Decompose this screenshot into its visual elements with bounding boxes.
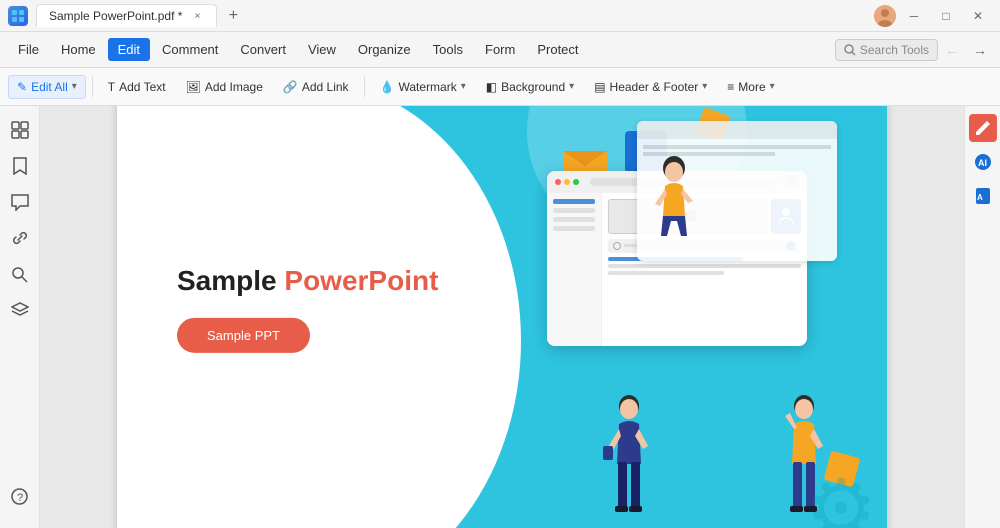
close-window-button[interactable]: ✕ [964, 5, 992, 27]
svg-text:AI: AI [978, 158, 987, 168]
right-panel: AI A [964, 106, 1000, 528]
search-placeholder: Search Tools [860, 43, 929, 57]
image-icon: 🖼 [186, 80, 201, 94]
header-icon: ▤ [594, 80, 605, 94]
add-image-button[interactable]: 🖼 Add Image [177, 75, 272, 99]
screen-dot-yellow [564, 179, 570, 185]
sidebar-icon-links[interactable] [4, 222, 36, 254]
sidebar-icon-bookmarks[interactable] [4, 150, 36, 182]
watermark-icon: 💧 [380, 80, 395, 94]
app-icon [8, 6, 28, 26]
background-icon: ◧ [486, 80, 497, 94]
watermark-button[interactable]: 💧 Watermark ▾ [371, 75, 475, 99]
menu-convert[interactable]: Convert [230, 38, 296, 61]
slide-title-black: Sample [177, 265, 277, 296]
sidebar-icon-layers[interactable] [4, 294, 36, 326]
chevron-down-icon: ▾ [770, 81, 775, 92]
minimize-button[interactable]: ─ [900, 5, 928, 27]
menu-tools[interactable]: Tools [423, 38, 473, 61]
menu-form[interactable]: Form [475, 38, 525, 61]
sidebar-bottom: ? [4, 480, 36, 520]
more-icon: ≡ [727, 80, 734, 94]
tab-title: Sample PowerPoint.pdf * [49, 9, 182, 23]
screen-line-3 [608, 271, 724, 275]
window-controls: ─ □ ✕ [874, 5, 992, 27]
nav-arrows: ← → [940, 38, 992, 62]
header-footer-button[interactable]: ▤ Header & Footer ▾ [585, 75, 716, 99]
sidebar-icon-help[interactable]: ? [4, 480, 36, 512]
chevron-down-icon: ▾ [72, 81, 77, 92]
left-sidebar: ? [0, 106, 40, 528]
slide-button[interactable]: Sample PPT [177, 317, 310, 352]
right-panel-ai-icon[interactable]: AI [969, 148, 997, 176]
svg-text:?: ? [17, 492, 23, 504]
forward-arrow[interactable]: → [968, 38, 992, 62]
screen-search-circle [613, 242, 621, 250]
search-icon [844, 44, 856, 56]
gear-decoration: ⚙ [805, 469, 877, 528]
add-text-button[interactable]: T Add Text [99, 75, 175, 99]
menu-organize[interactable]: Organize [348, 38, 421, 61]
menu-comment[interactable]: Comment [152, 38, 228, 61]
sidebar-icon-comments[interactable] [4, 186, 36, 218]
menu-edit[interactable]: Edit [108, 38, 150, 61]
screen-sidebar-item-2 [553, 217, 595, 222]
screen-line-2 [608, 264, 801, 268]
pdf-page: Sample PowerPoint Sample PPT [117, 106, 887, 528]
screen-dot-green [573, 179, 579, 185]
chevron-down-icon: ▾ [569, 81, 574, 92]
figure-sitting [647, 156, 702, 251]
edit-icon: ✎ [17, 80, 27, 94]
back-arrow[interactable]: ← [940, 38, 964, 62]
menu-protect[interactable]: Protect [527, 38, 588, 61]
link-icon: 🔗 [283, 80, 298, 94]
content-area[interactable]: Sample PowerPoint Sample PPT [40, 106, 964, 528]
slide-background: Sample PowerPoint Sample PPT [117, 106, 887, 528]
more-button[interactable]: ≡ More ▾ [718, 75, 783, 99]
divider [92, 77, 93, 97]
menu-bar: File Home Edit Comment Convert View Orga… [0, 32, 1000, 68]
screen-sidebar-item-3 [553, 226, 595, 231]
screen-sidebar-item-1 [553, 208, 595, 213]
menu-file[interactable]: File [8, 38, 49, 61]
active-tab[interactable]: Sample PowerPoint.pdf * × [36, 4, 217, 27]
menu-home[interactable]: Home [51, 38, 106, 61]
right-panel-doc-icon[interactable]: A [969, 182, 997, 210]
envelope-flap [563, 151, 607, 166]
sidebar-icon-search[interactable] [4, 258, 36, 290]
title-bar: Sample PowerPoint.pdf * × + ─ □ ✕ [0, 0, 1000, 32]
svg-text:A: A [977, 193, 983, 202]
screen-sidebar-item-blue [553, 199, 595, 204]
add-text-icon: T [108, 80, 115, 94]
sidebar-icon-thumbnails[interactable] [4, 114, 36, 146]
search-tools-input[interactable]: Search Tools [835, 39, 938, 61]
background-button[interactable]: ◧ Background ▾ [477, 75, 583, 99]
main-area: ? Sample PowerPoint Sample PPT [0, 106, 1000, 528]
edit-all-button[interactable]: ✎ Edit All ▾ [8, 75, 86, 99]
add-link-button[interactable]: 🔗 Add Link [274, 75, 358, 99]
toolbar: ✎ Edit All ▾ T Add Text 🖼 Add Image 🔗 Ad… [0, 68, 1000, 106]
chevron-down-icon: ▾ [702, 81, 707, 92]
slide-title: Sample PowerPoint [177, 264, 438, 298]
divider2 [364, 77, 365, 97]
chevron-down-icon: ▾ [461, 81, 466, 92]
figure-standing-left [602, 394, 657, 514]
right-panel-edit-icon[interactable] [969, 114, 997, 142]
new-tab-button[interactable]: + [221, 4, 245, 28]
close-tab-button[interactable]: × [190, 9, 204, 23]
screen-dot-red [555, 179, 561, 185]
slide-text-content: Sample PowerPoint Sample PPT [177, 264, 438, 353]
screen-inner-sidebar [547, 193, 602, 346]
menu-view[interactable]: View [298, 38, 346, 61]
slide-title-red: PowerPoint [284, 265, 438, 296]
maximize-button[interactable]: □ [932, 5, 960, 27]
profile-icon[interactable] [874, 5, 896, 27]
